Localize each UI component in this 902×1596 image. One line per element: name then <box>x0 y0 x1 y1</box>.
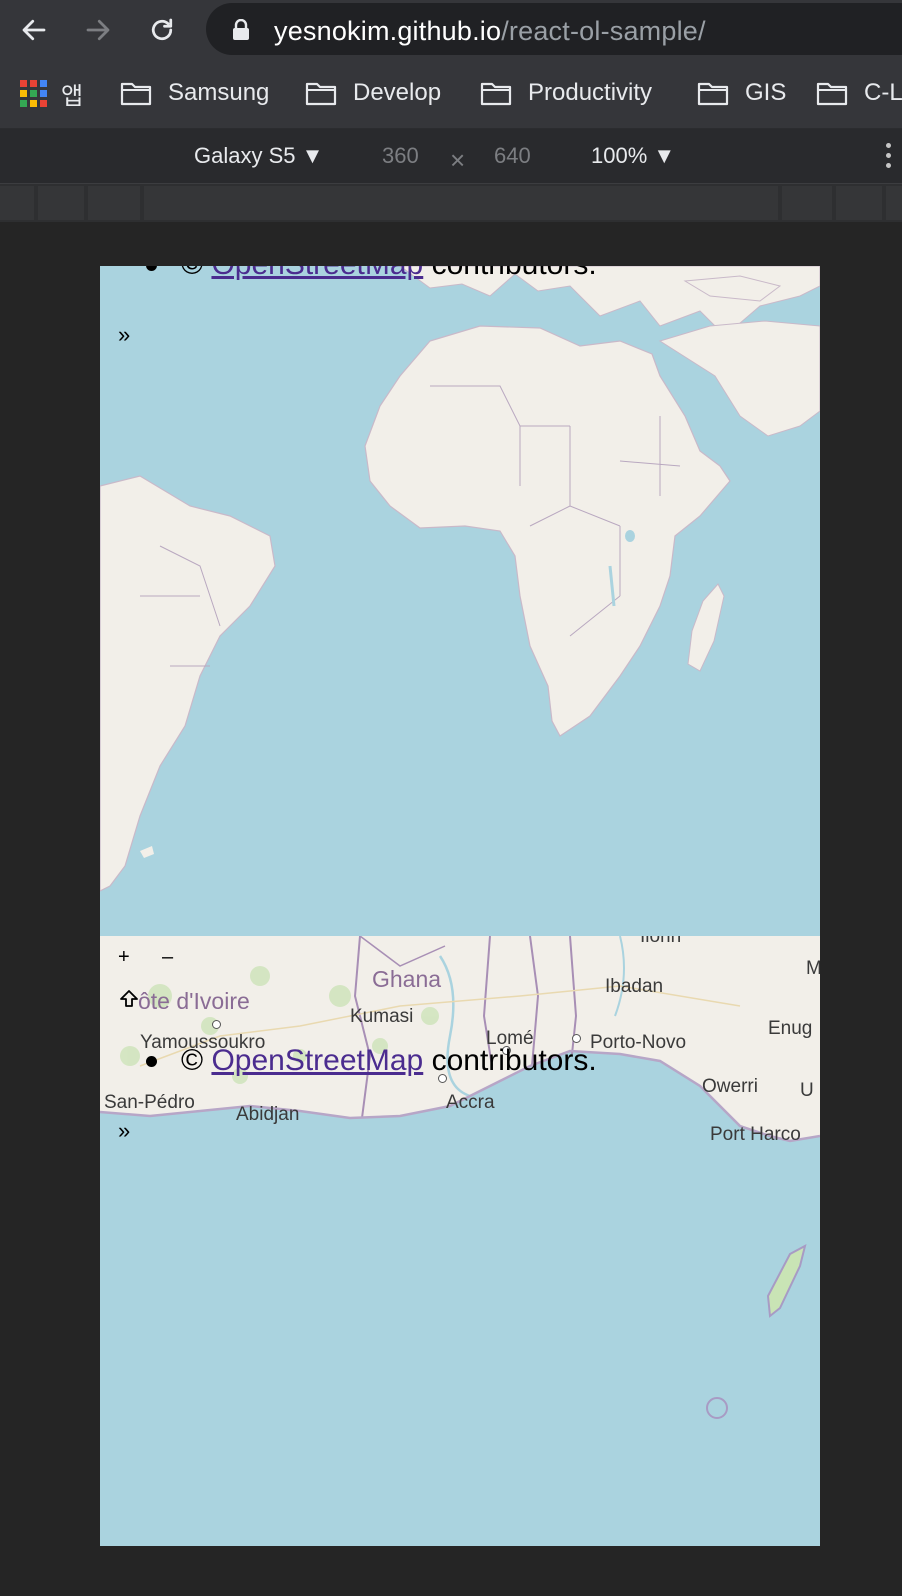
place-abidjan: Abidjan <box>236 1104 300 1125</box>
bookmarks-bar: 앱 Samsung Develop Productivity GIS C-L <box>0 58 902 129</box>
reload-icon <box>151 18 173 41</box>
folder-icon <box>480 82 512 106</box>
bookmark-productivity[interactable]: Productivity <box>480 78 652 108</box>
reset-rotation-icon[interactable] <box>118 988 140 1010</box>
url-text: yesnokim.github.io/react-ol-sample/ <box>274 16 706 47</box>
zoom-out-button[interactable]: – <box>162 946 173 969</box>
bookmark-develop[interactable]: Develop <box>305 78 441 108</box>
attribution-suffix: contributors. <box>431 1044 597 1077</box>
url-path: /react-ol-sample/ <box>501 16 706 46</box>
dimension-separator: × <box>450 145 466 175</box>
bookmark-label: C-L <box>864 79 902 106</box>
attribution-item: © OpenStreetMap contributors. <box>146 1044 597 1078</box>
bookmark-label: GIS <box>745 79 787 106</box>
media-query-segment[interactable] <box>782 186 832 220</box>
place-u: U <box>800 1080 814 1101</box>
bullet-icon <box>146 266 157 271</box>
folder-icon <box>816 82 848 106</box>
place-cote-divoire: ôte d'Ivoire <box>138 988 250 1014</box>
map-world[interactable]: © OpenStreetMap contributors. » <box>100 266 820 936</box>
bookmark-label: Develop <box>353 79 442 106</box>
more-options-icon[interactable] <box>886 143 892 173</box>
media-query-segment[interactable] <box>88 186 140 220</box>
place-m: M <box>806 958 820 979</box>
url-host: yesnokim.github.io <box>274 16 502 46</box>
copyright-symbol: © <box>181 266 203 282</box>
place-ghana: Ghana <box>372 966 442 992</box>
device-toolbar: Galaxy S5 ▼ 360 × 640 100% ▼ <box>0 129 902 184</box>
device-viewport: © OpenStreetMap contributors. » <box>100 266 820 1546</box>
place-accra: Accra <box>446 1092 495 1113</box>
attribution-suffix: contributors. <box>432 266 597 282</box>
address-bar[interactable]: yesnokim.github.io/react-ol-sample/ <box>206 3 902 55</box>
bookmark-gis[interactable]: GIS <box>697 78 786 108</box>
apps-grid-icon <box>20 79 47 107</box>
viewport-height-input[interactable]: 640 <box>494 143 531 169</box>
viewport-width-input[interactable]: 360 <box>382 143 419 169</box>
bookmark-samsung[interactable]: Samsung <box>120 78 269 108</box>
browser-toolbar: yesnokim.github.io/react-ol-sample/ <box>0 0 902 58</box>
city-marker <box>572 1034 581 1043</box>
folder-icon <box>120 82 152 106</box>
lock-icon <box>233 19 249 40</box>
map-tiles <box>100 936 820 1546</box>
bookmark-label: 앱 <box>61 82 84 110</box>
media-query-segment[interactable] <box>0 186 34 220</box>
forward-arrow-icon <box>86 19 110 41</box>
reload-button[interactable] <box>142 10 182 50</box>
back-arrow-icon <box>22 19 46 41</box>
folder-icon <box>697 82 729 106</box>
attribution-toggle-button[interactable]: » <box>118 1118 130 1144</box>
media-query-segment[interactable] <box>144 186 778 220</box>
map-tiles <box>100 266 820 936</box>
media-query-segment[interactable] <box>886 186 902 220</box>
zoom-in-button[interactable]: + <box>118 946 130 969</box>
place-enugu: Enug <box>768 1018 813 1039</box>
folder-icon <box>305 82 337 106</box>
city-marker <box>212 1020 221 1029</box>
bookmark-label: Samsung <box>168 79 270 106</box>
openstreetmap-link[interactable]: OpenStreetMap <box>211 1044 423 1078</box>
map-west-africa[interactable]: + – ôte d'Ivoire Ghana Ibadan Kumasi Yam… <box>100 936 820 1546</box>
place-ilorin: Ilorin <box>640 936 682 947</box>
place-kumasi: Kumasi <box>350 1006 414 1027</box>
place-port-harcourt: Port Harco <box>710 1124 801 1145</box>
zoom-select[interactable]: 100% ▼ <box>591 143 675 169</box>
media-query-bar <box>0 184 902 222</box>
back-button[interactable] <box>14 10 54 50</box>
bookmark-label: Productivity <box>528 79 653 106</box>
place-porto-novo: Porto-Novo <box>590 1032 687 1053</box>
copyright-symbol: © <box>181 1044 204 1077</box>
media-query-segment[interactable] <box>836 186 882 220</box>
bullet-icon <box>146 1055 157 1067</box>
openstreetmap-link[interactable]: OpenStreetMap <box>211 266 423 282</box>
device-select[interactable]: Galaxy S5 ▼ <box>194 143 323 169</box>
attribution-toggle-button[interactable]: » <box>118 322 130 348</box>
place-owerri: Owerri <box>702 1076 758 1097</box>
media-query-segment[interactable] <box>38 186 84 220</box>
bookmark-c-l[interactable]: C-L <box>816 78 902 108</box>
forward-button[interactable] <box>78 10 118 50</box>
attribution-item: © OpenStreetMap contributors. <box>146 266 597 282</box>
place-ibadan: Ibadan <box>605 976 664 997</box>
bookmark-apps[interactable]: 앱 <box>20 78 84 110</box>
place-san-pedro: San-Pédro <box>104 1092 195 1113</box>
